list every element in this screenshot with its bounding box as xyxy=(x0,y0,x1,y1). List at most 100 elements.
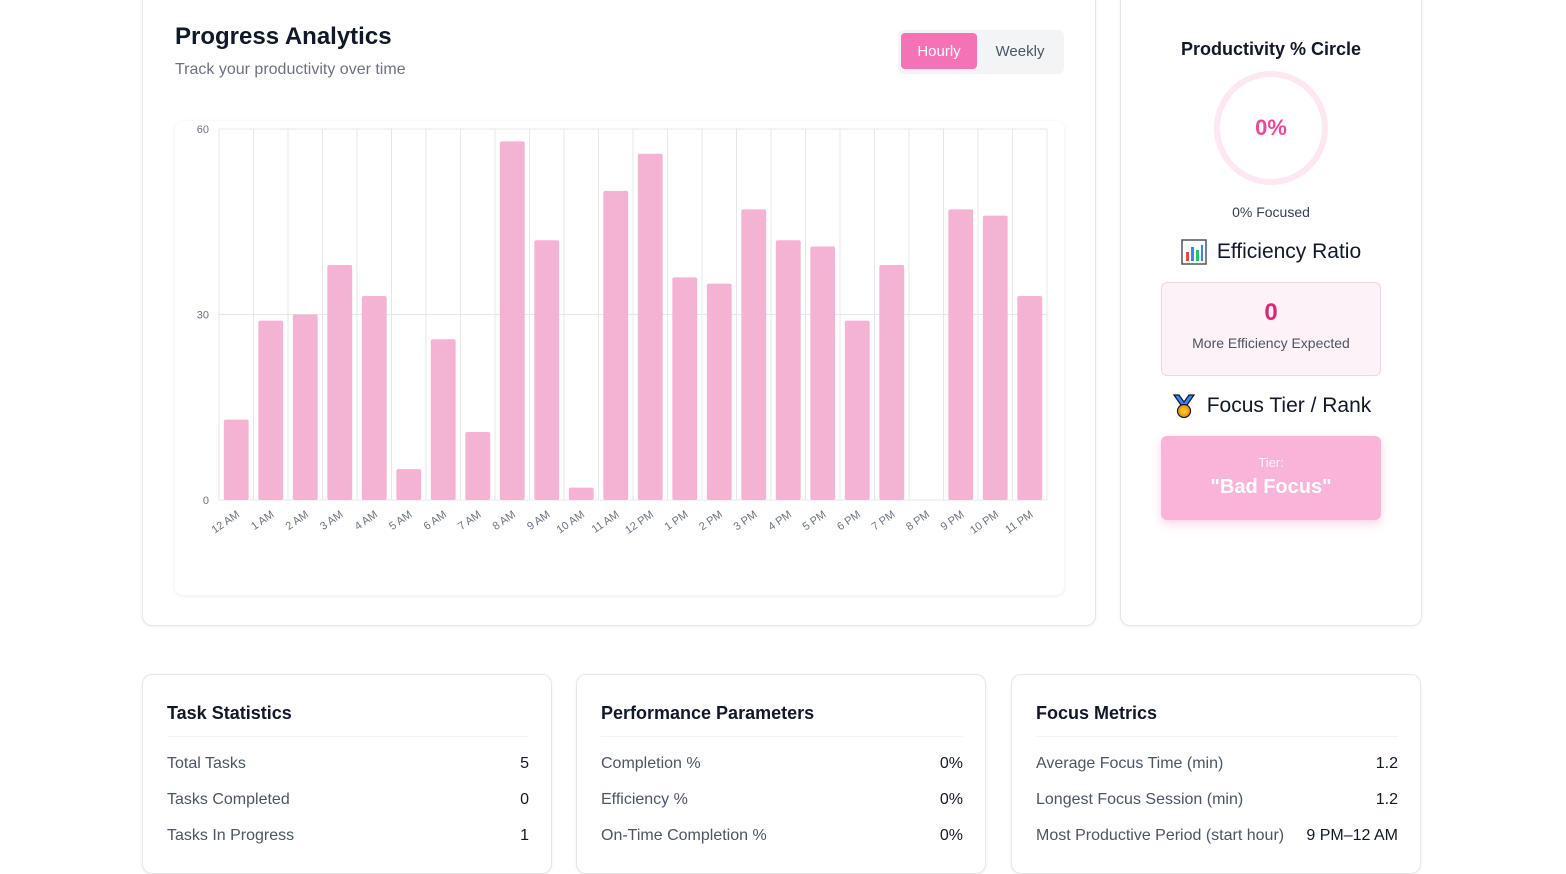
efficiency-box: 0 More Efficiency Expected xyxy=(1161,282,1381,376)
tier-badge: Tier: "Bad Focus" xyxy=(1161,436,1381,520)
stat-row: Most Productive Period (start hour) 9 PM… xyxy=(1036,827,1398,845)
stat-row: Longest Focus Session (min) 1.2 xyxy=(1036,791,1398,809)
bar xyxy=(499,141,525,500)
x-tick-label: 11 PM xyxy=(1003,509,1035,537)
bar xyxy=(534,240,560,501)
stat-value: 0% xyxy=(939,827,963,844)
bar xyxy=(430,339,456,500)
hourly-button[interactable]: Hourly xyxy=(901,33,977,69)
x-tick-label: 10 AM xyxy=(555,509,587,537)
x-tick-label: 2 AM xyxy=(284,509,311,533)
bar xyxy=(327,265,353,500)
stat-row: Tasks In Progress 1 xyxy=(167,827,529,845)
bar xyxy=(637,153,663,500)
bar xyxy=(672,277,698,500)
x-tick-label: 8 PM xyxy=(904,509,932,534)
bar xyxy=(258,320,284,500)
hourly-chart: 0 30 60 12 AM 1 AM 2 AM 3 AM 4 AM 5 AM 6 AM 7 AM 8 … xyxy=(175,121,1064,595)
chart-svg: 0 30 60 12 AM 1 AM 2 AM 3 AM 4 AM 5 AM 6 AM 7 AM 8 … xyxy=(197,124,1048,537)
stat-row: Average Focus Time (min) 1.2 xyxy=(1036,755,1398,773)
bar xyxy=(361,295,387,500)
x-tick-label: 9 PM xyxy=(939,509,967,534)
stat-label: Most Productive Period (start hour) xyxy=(1036,827,1285,844)
stat-label: On-Time Completion % xyxy=(601,827,767,844)
medal-icon xyxy=(1171,393,1197,419)
x-tick-label: 5 PM xyxy=(801,509,829,534)
bar xyxy=(948,209,974,500)
bar-chart-icon xyxy=(1181,239,1207,265)
tier-value: "Bad Focus" xyxy=(1210,476,1332,498)
x-tick-label: 6 AM xyxy=(422,509,449,533)
productivity-ring: 0% xyxy=(1214,71,1328,185)
stat-label: Total Tasks xyxy=(167,755,246,772)
x-tick-label: 8 AM xyxy=(491,509,518,533)
efficiency-title: Efficiency Ratio xyxy=(1216,240,1362,263)
efficiency-note: More Efficiency Expected xyxy=(1192,335,1350,351)
stat-value: 0% xyxy=(939,755,963,772)
bar xyxy=(568,487,594,500)
x-tick-label: 3 AM xyxy=(318,509,345,533)
stat-label: Completion % xyxy=(601,755,701,772)
stat-row: Completion % 0% xyxy=(601,755,963,773)
stat-value: 0% xyxy=(939,791,963,808)
performance-title: Performance Parameters xyxy=(601,703,963,737)
bar xyxy=(223,419,249,500)
page-title: Progress Analytics xyxy=(175,23,392,50)
stat-label: Longest Focus Session (min) xyxy=(1036,791,1244,808)
weekly-button[interactable]: Weekly xyxy=(979,33,1061,69)
x-tick-label: 3 PM xyxy=(732,509,760,534)
x-tick-label: 5 AM xyxy=(387,509,414,533)
x-tick-label: 11 AM xyxy=(590,509,622,536)
page-subtitle: Track your productivity over time xyxy=(175,61,406,78)
x-tick-label: 4 AM xyxy=(353,509,380,533)
stat-row: On-Time Completion % 0% xyxy=(601,827,963,845)
stat-row: Total Tasks 5 xyxy=(167,755,529,773)
stat-value: 1 xyxy=(520,827,529,844)
bar xyxy=(879,265,905,500)
bar xyxy=(603,190,629,500)
x-tick-label: 10 PM xyxy=(968,509,1001,537)
bar xyxy=(1017,295,1043,500)
x-tick-label: 7 AM xyxy=(456,509,483,533)
focus-metrics-card: Focus Metrics Average Focus Time (min) 1… xyxy=(1011,674,1421,874)
bar xyxy=(775,240,801,501)
bar xyxy=(292,314,318,500)
productivity-percent: 0% xyxy=(1255,115,1287,140)
bar xyxy=(982,215,1008,501)
stat-value: 9 PM–12 AM xyxy=(1306,827,1398,844)
stat-label: Tasks In Progress xyxy=(167,827,295,844)
x-tick-label: 1 PM xyxy=(663,509,691,534)
bar xyxy=(741,209,767,500)
stat-label: Average Focus Time (min) xyxy=(1036,755,1224,772)
performance-parameters-card: Performance Parameters Completion % 0% E… xyxy=(576,674,986,874)
x-tick-label: 4 PM xyxy=(766,509,794,534)
progress-analytics-card: Progress Analytics Track your productivi… xyxy=(142,0,1096,626)
x-tick-label: 6 PM xyxy=(835,509,863,534)
productivity-circle-title: Productivity % Circle xyxy=(1180,39,1362,59)
x-tick-label: 12 AM xyxy=(210,509,242,537)
stat-value: 5 xyxy=(520,755,529,772)
bar xyxy=(844,320,870,500)
focus-metrics-title: Focus Metrics xyxy=(1036,703,1398,737)
x-tick-label: 12 PM xyxy=(623,509,656,537)
y-tick-label: 30 xyxy=(197,310,209,322)
bar xyxy=(706,283,732,500)
bar xyxy=(396,469,422,500)
task-statistics-title: Task Statistics xyxy=(167,703,529,737)
stat-value: 0 xyxy=(520,791,529,808)
focus-tier-header: Focus Tier / Rank xyxy=(1121,393,1421,419)
x-tick-label: 7 PM xyxy=(870,509,898,534)
y-tick-label: 60 xyxy=(197,124,209,136)
focus-tier-title: Focus Tier / Rank xyxy=(1206,394,1372,417)
tier-label: Tier: xyxy=(1258,455,1284,470)
stat-value: 1.2 xyxy=(1375,791,1398,808)
stat-label: Efficiency % xyxy=(601,791,688,808)
view-toggle: Hourly Weekly xyxy=(898,30,1064,74)
productivity-side-card: Productivity % Circle 0% 0% Focused Effi… xyxy=(1120,0,1422,626)
bar xyxy=(810,246,836,500)
stat-label: Tasks Completed xyxy=(167,791,290,808)
bar xyxy=(465,431,491,500)
stat-row: Tasks Completed 0 xyxy=(167,791,529,809)
efficiency-header: Efficiency Ratio xyxy=(1121,239,1421,265)
stat-row: Efficiency % 0% xyxy=(601,791,963,809)
